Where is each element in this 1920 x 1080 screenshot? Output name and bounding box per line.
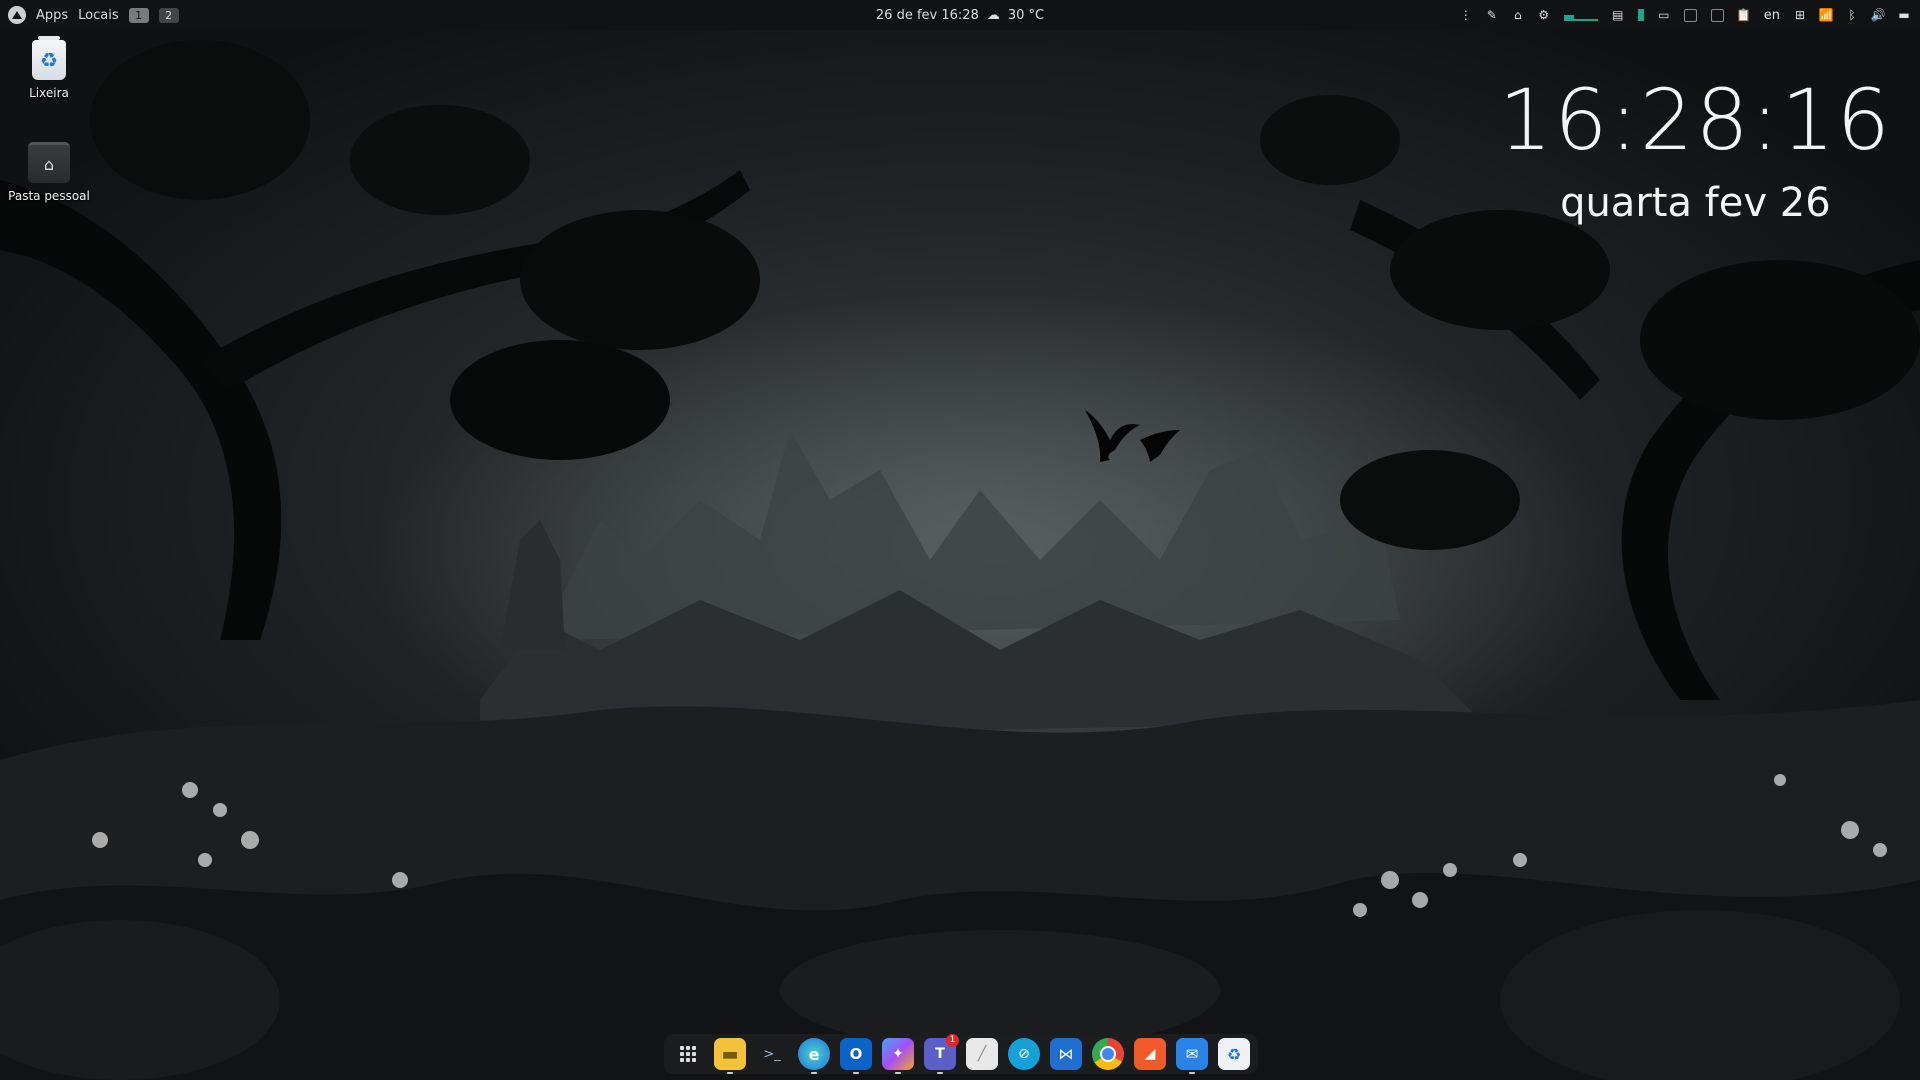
show-apps-button[interactable] (672, 1038, 704, 1070)
system-monitor-icon[interactable]: ⚙ (1538, 8, 1550, 22)
more-options-icon[interactable]: ⋮ (1460, 8, 1472, 22)
top-panel: Apps Locais 1 2 26 de fev 16:28 ☁ 30 °C … (0, 0, 1920, 30)
teams-icon: T (935, 1046, 945, 1062)
home-icon[interactable]: ⌂ (1512, 8, 1524, 22)
bluetooth-icon[interactable]: ᛒ (1846, 8, 1858, 22)
dock-files[interactable]: ▬ (714, 1038, 746, 1074)
desktop-clock-widget: 16:28:16 quarta fev 26 (1499, 78, 1892, 226)
memory-bar (1637, 9, 1644, 21)
desktop-icon-home-folder[interactable]: ⌂ Pasta pessoal (4, 142, 94, 203)
battery-icon[interactable]: ▬ (1898, 8, 1910, 22)
weather-icon: ☁ (986, 7, 1000, 23)
orange-app-icon: ◢ (1144, 1046, 1156, 1062)
dock-teams[interactable]: T 1 (924, 1034, 959, 1074)
recycle-bin-icon: ♻ (32, 36, 66, 80)
chrome-icon (1100, 1046, 1116, 1062)
window-tile-alt-icon[interactable] (1710, 8, 1724, 22)
dock-outlook[interactable]: O (840, 1038, 872, 1074)
mail-icon: ✉ (1185, 1045, 1199, 1063)
dock-app-blue[interactable]: ⊘ (1008, 1038, 1040, 1070)
places-menu[interactable]: Locais (78, 8, 118, 23)
color-picker-icon[interactable]: ✎ (1486, 8, 1498, 22)
clock-time: 16:28:16 (1498, 71, 1892, 169)
dock-trash[interactable]: ♻ (1218, 1038, 1250, 1070)
dock-edge[interactable]: e (798, 1038, 830, 1074)
volume-icon[interactable]: 🔊 (1871, 8, 1886, 22)
clipboard-icon[interactable]: 📋 (1736, 8, 1751, 22)
dock-mail[interactable]: ✉ (1176, 1038, 1208, 1074)
copilot-icon: ✦ (892, 1046, 904, 1062)
workspace-2-button[interactable]: 2 (158, 7, 179, 23)
apps-menu[interactable]: Apps (36, 8, 68, 23)
keyboard-language[interactable]: en (1764, 8, 1780, 23)
desktop-icon-label: Lixeira (29, 86, 69, 100)
drive-icon[interactable]: ▭ (1658, 8, 1670, 22)
vscode-icon: ⋈ (1058, 1045, 1074, 1063)
clock-date: quarta fev 26 (1560, 180, 1831, 226)
weather-temperature: 30 °C (1007, 7, 1045, 23)
dock-terminal[interactable]: >_ (756, 1038, 788, 1070)
desktop-icon-label: Pasta pessoal (8, 189, 90, 203)
wifi-icon[interactable]: 📶 (1819, 8, 1834, 22)
notification-badge: 1 (946, 1034, 959, 1047)
distro-logo-icon[interactable] (8, 6, 26, 24)
memory-icon[interactable]: ▤ (1612, 8, 1624, 22)
desktop-icon-trash[interactable]: ♻ Lixeira (4, 36, 94, 100)
datetime-label: 26 de fev 16:28 (875, 7, 979, 23)
datetime-menu[interactable]: 26 de fev 16:28 ☁ 30 °C (876, 0, 1044, 30)
window-tile-icon[interactable] (1683, 8, 1697, 22)
home-folder-icon: ⌂ (28, 142, 70, 183)
workspace-1-button[interactable]: 1 (128, 7, 149, 23)
grid-icon (680, 1046, 696, 1062)
cpu-graph[interactable] (1563, 9, 1598, 21)
dock: ▬ >_ e O ✦ T 1 ╱ ⊘ ⋈ ◢ ✉ ♻ (664, 1034, 1258, 1074)
dock-app-orange[interactable]: ◢ (1134, 1038, 1166, 1070)
trash-icon: ♻ (1226, 1044, 1242, 1064)
edge-icon: e (808, 1044, 820, 1064)
folder-icon: ▬ (721, 1043, 739, 1065)
dock-text-editor[interactable]: ╱ (966, 1038, 998, 1070)
dock-vscode[interactable]: ⋈ (1050, 1038, 1082, 1070)
dock-copilot[interactable]: ✦ (882, 1038, 914, 1074)
terminal-icon: >_ (763, 1046, 781, 1062)
gamepad-icon[interactable]: ⊞ (1794, 8, 1806, 22)
blue-circle-icon: ⊘ (1018, 1046, 1030, 1062)
outlook-icon: O (849, 1045, 863, 1063)
notes-icon: ╱ (977, 1046, 987, 1062)
dock-chrome[interactable] (1092, 1038, 1124, 1070)
